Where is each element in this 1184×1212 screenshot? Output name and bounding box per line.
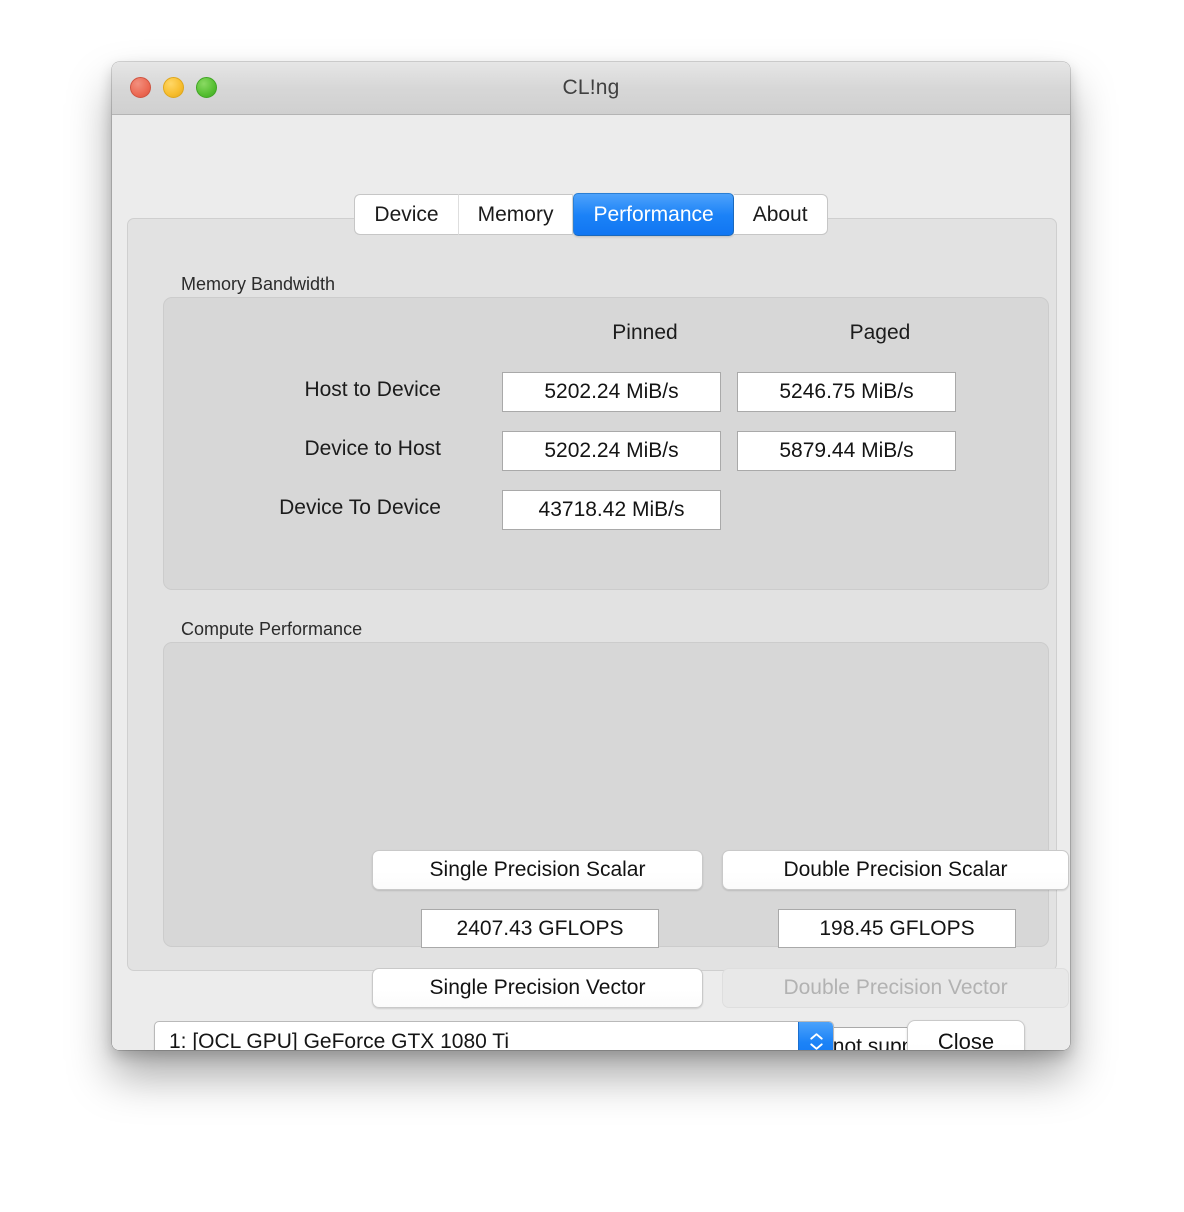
memory-bandwidth-table: Pinned Paged Host to Device 5202.24 MiB/… [164,298,1048,589]
zoom-window-button[interactable] [196,77,217,98]
device-to-host-pinned-field: 5202.24 MiB/s [502,431,721,471]
table-row: Device To Device 43718.42 MiB/s [164,488,1048,532]
chevron-down-icon [809,1043,823,1050]
application-window: CL!ng Device Memory Performance About Me… [112,62,1070,1050]
host-to-device-pinned-field: 5202.24 MiB/s [502,372,721,412]
double-precision-scalar-result: 198.45 GFLOPS [778,909,1016,948]
tab-performance[interactable]: Performance [573,193,734,236]
desktop-backdrop: CL!ng Device Memory Performance About Me… [0,0,1184,1212]
row-label-device-to-host: Device to Host [304,437,441,460]
tab-content-panel: Memory Bandwidth Pinned Paged Host to De… [127,218,1069,1050]
close-button[interactable]: Close [907,1020,1025,1050]
device-select-value: 1: [OCL GPU] GeForce GTX 1080 Ti [169,1029,510,1051]
device-select-stepper[interactable] [798,1022,833,1050]
table-row: Host to Device 5202.24 MiB/s 5246.75 MiB… [164,370,1048,414]
tab-device[interactable]: Device [354,194,459,235]
single-precision-scalar-result: 2407.43 GFLOPS [421,909,659,948]
single-precision-scalar-button[interactable]: Single Precision Scalar [372,850,703,890]
window-title: CL!ng [562,76,620,99]
minimize-window-button[interactable] [163,77,184,98]
memory-bandwidth-group: Pinned Paged Host to Device 5202.24 MiB/… [163,297,1049,590]
column-header-pinned: Pinned [612,321,678,344]
row-label-device-to-device: Device To Device [279,496,441,519]
tab-bar: Device Memory Performance About [112,193,1070,236]
host-to-device-paged-field: 5246.75 MiB/s [737,372,956,412]
device-to-device-pinned-field: 43718.42 MiB/s [502,490,721,530]
window-titlebar[interactable]: CL!ng [112,62,1070,115]
tab-about[interactable]: About [733,194,828,235]
memory-bandwidth-group-label: Memory Bandwidth [181,274,336,294]
bottom-bar: 1: [OCL GPU] GeForce GTX 1080 Ti Close [112,1010,1070,1050]
device-select[interactable]: 1: [OCL GPU] GeForce GTX 1080 Ti [154,1021,834,1050]
row-label-host-to-device: Host to Device [304,378,441,401]
chevron-up-icon [809,1033,823,1040]
compute-performance-group: Single Precision Scalar Double Precision… [163,642,1069,1050]
window-traffic-lights [130,77,217,98]
device-to-host-paged-field: 5879.44 MiB/s [737,431,956,471]
double-precision-scalar-button[interactable]: Double Precision Scalar [722,850,1069,890]
close-window-button[interactable] [130,77,151,98]
compute-performance-group-label: Compute Performance [181,619,363,639]
single-precision-vector-button[interactable]: Single Precision Vector [372,968,703,1008]
double-precision-vector-button: Double Precision Vector [722,968,1069,1008]
tab-memory[interactable]: Memory [458,194,574,235]
window-body: Device Memory Performance About Memory B… [112,115,1070,1050]
column-header-paged: Paged [849,321,911,344]
table-row: Device to Host 5202.24 MiB/s 5879.44 MiB… [164,429,1048,473]
